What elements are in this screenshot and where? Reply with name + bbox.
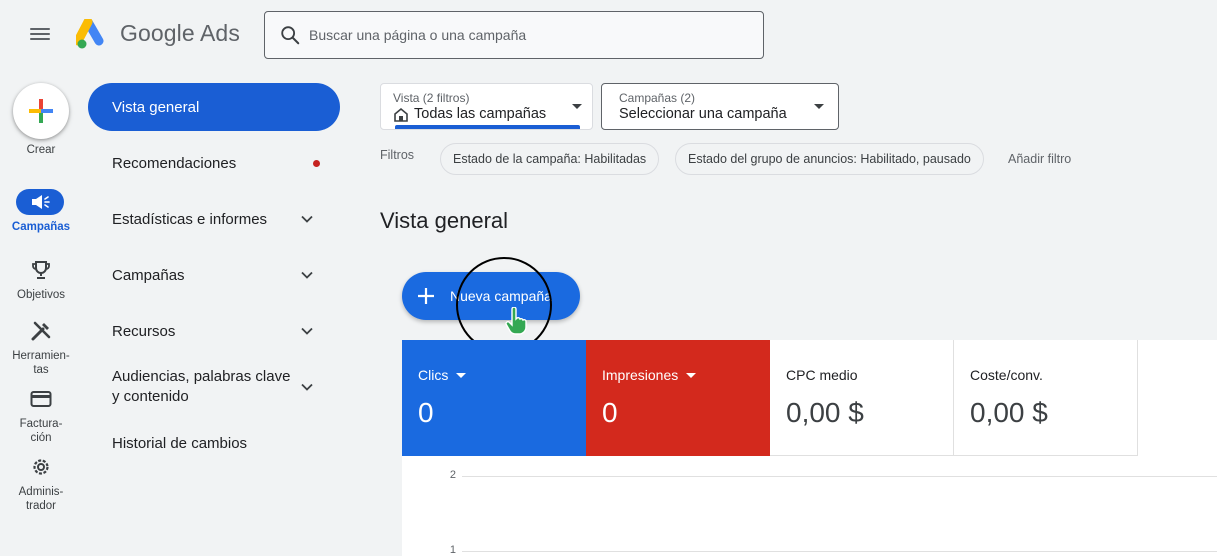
nav-item-label: Vista general xyxy=(112,98,200,116)
admin-rail-label: Adminis- trador xyxy=(18,486,64,512)
campaign-selector-value: Seleccionar una campaña xyxy=(619,106,787,122)
view-selector-caption: Vista (2 filtros) xyxy=(393,91,470,105)
metric-value: 0,00 $ xyxy=(970,397,1048,428)
trophy-icon xyxy=(32,261,50,279)
gear-icon xyxy=(33,459,49,475)
search-input[interactable] xyxy=(309,27,739,43)
caret-down-icon xyxy=(686,372,697,378)
megaphone-icon xyxy=(32,195,50,209)
tools-icon xyxy=(31,321,51,341)
new-campaign-button[interactable]: Nueva campaña xyxy=(402,272,580,320)
rail-tools-button[interactable] xyxy=(28,319,54,343)
nav-item-label: Campañas xyxy=(112,266,185,284)
view-selector[interactable]: Vista (2 filtros) Todas las campañas xyxy=(380,83,593,130)
chip-label: Estado del grupo de anuncios: Habilitado… xyxy=(688,152,971,166)
filters-label: Filtros xyxy=(380,148,415,162)
y-axis-tick: 1 xyxy=(449,544,456,556)
chevron-down-icon xyxy=(301,215,313,223)
credit-card-icon xyxy=(30,391,52,407)
rail-goals-button[interactable] xyxy=(28,258,54,282)
metric-label: CPC medio xyxy=(786,367,858,383)
nav-item-label: Recomendaciones xyxy=(112,154,237,172)
chevron-down-icon xyxy=(301,327,313,335)
goals-rail-label: Objetivos xyxy=(17,289,65,301)
billing-rail-label: Factura- ción xyxy=(19,418,63,444)
chart-gridline xyxy=(462,476,1217,477)
campaign-selector[interactable]: Campañas (2) Seleccionar una campaña xyxy=(601,83,839,130)
campaign-selector-caption: Campañas (2) xyxy=(619,91,696,105)
search-box[interactable] xyxy=(264,11,764,59)
rail-billing-button[interactable] xyxy=(28,387,54,411)
campaigns-rail-label: Campañas xyxy=(11,221,71,233)
nav-item-overview[interactable]: Vista general xyxy=(88,83,340,131)
metric-value: 0,00 $ xyxy=(786,397,864,428)
nav-item-label: Audiencias, palabras clave y contenido xyxy=(112,368,291,405)
nav-item-label: Recursos xyxy=(112,322,176,340)
create-button[interactable] xyxy=(13,83,69,139)
plus-icon xyxy=(29,99,53,123)
create-label: Crear xyxy=(26,144,56,156)
plus-icon xyxy=(418,288,434,304)
main-menu-button[interactable] xyxy=(28,25,52,45)
rail-campaigns-button[interactable] xyxy=(16,189,64,215)
tools-rail-label: Herramien- tas xyxy=(12,350,70,376)
search-icon xyxy=(281,26,300,45)
view-selector-value: Todas las campañas xyxy=(414,106,547,122)
nav-item-change-history[interactable]: Historial de cambios xyxy=(88,419,340,467)
caret-down-icon xyxy=(456,372,467,378)
filter-chip-campaign-status[interactable]: Estado de la campaña: Habilitadas xyxy=(440,143,660,175)
page-title: Vista general xyxy=(380,208,509,233)
chevron-down-icon xyxy=(301,271,313,279)
metric-value: 0 xyxy=(602,397,618,428)
nav-item-assets[interactable]: Recursos xyxy=(88,307,340,355)
caret-down-icon xyxy=(572,104,582,109)
nav-item-audiences-keywords-content[interactable]: Audiencias, palabras clave y contenido xyxy=(88,361,340,413)
metric-value: 0 xyxy=(418,397,434,428)
metric-card-clicks[interactable]: Clics 0 xyxy=(402,340,586,456)
nav-item-label: Historial de cambios xyxy=(112,434,248,452)
metric-card-impressions[interactable]: Impresiones 0 xyxy=(586,340,770,456)
nav-item-recommendations[interactable]: Recomendaciones xyxy=(88,139,340,187)
metric-label: Impresiones xyxy=(602,367,679,383)
filter-chip-adgroup-status[interactable]: Estado del grupo de anuncios: Habilitado… xyxy=(675,143,984,175)
y-axis-tick: 2 xyxy=(449,469,456,481)
nav-item-campaigns[interactable]: Campañas xyxy=(88,251,340,299)
metric-label: Coste/conv. xyxy=(970,367,1043,383)
selected-indicator xyxy=(395,125,580,129)
metric-card-cost-per-conv[interactable]: Coste/conv. 0,00 $ xyxy=(954,340,1138,456)
brand-name: Google Ads xyxy=(120,20,240,46)
nav-item-label: Estadísticas e informes xyxy=(112,210,268,228)
metric-label: Clics xyxy=(418,367,449,383)
caret-down-icon xyxy=(814,104,824,109)
chevron-down-icon xyxy=(301,383,313,391)
nav-item-insights-reports[interactable]: Estadísticas e informes xyxy=(88,195,340,243)
new-campaign-label: Nueva campaña xyxy=(450,288,552,304)
add-filter-button[interactable]: Añadir filtro xyxy=(1008,152,1071,166)
notification-dot xyxy=(313,159,320,167)
google-ads-logo xyxy=(76,19,104,49)
home-icon xyxy=(394,107,408,122)
rail-admin-button[interactable] xyxy=(28,455,54,479)
chip-label: Estado de la campaña: Habilitadas xyxy=(453,152,647,166)
chart-gridline xyxy=(462,551,1217,552)
metric-card-avg-cpc[interactable]: CPC medio 0,00 $ xyxy=(770,340,954,456)
